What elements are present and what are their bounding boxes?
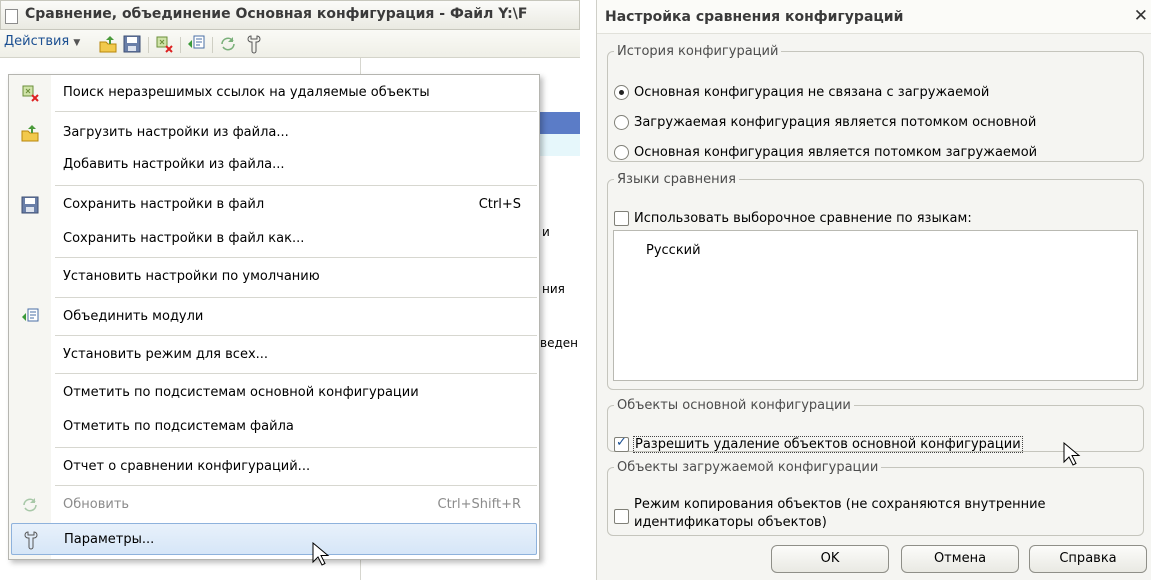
menu-item-set-mode-all[interactable]: Установить режим для всех...: [9, 339, 539, 371]
background-text: веден: [540, 336, 578, 350]
menu-item-label: Установить настройки по умолчанию: [63, 269, 320, 284]
radio-button[interactable]: [614, 85, 629, 100]
merge-modules-icon: [22, 308, 39, 322]
main-objects-legend: Объекты основной конфигурации: [617, 398, 851, 413]
checkbox-label: идентификаторы объектов): [634, 515, 827, 530]
load-settings-icon[interactable]: [98, 34, 118, 54]
radio-button[interactable]: [614, 115, 629, 130]
checkbox[interactable]: [614, 509, 629, 524]
menu-separator: [55, 447, 537, 448]
menu-item-refresh[interactable]: Обновить Ctrl+Shift+R: [9, 489, 539, 521]
menu-item-label: Объединить модули: [63, 309, 204, 324]
menu-item-shortcut: Ctrl+Shift+R: [437, 497, 522, 512]
help-button[interactable]: Справка: [1029, 545, 1147, 573]
checkbox[interactable]: [614, 211, 629, 226]
menu-separator: [55, 257, 537, 258]
option-label: Основная конфигурация является потомком …: [634, 145, 1038, 160]
mouse-cursor-icon: [312, 542, 330, 566]
menu-separator: [55, 485, 537, 486]
menu-item-find-unresolved[interactable]: Поиск неразрешимых ссылок на удаляемые о…: [9, 77, 539, 109]
mouse-cursor-icon: [1063, 442, 1081, 466]
toolbar-separator: [148, 37, 149, 53]
menu-item-save-settings-as[interactable]: Сохранить настройки в файл как...: [9, 223, 539, 255]
menu-item-load-settings[interactable]: Загрузить настройки из файла...: [9, 117, 539, 149]
menu-item-label: Установить режим для всех...: [63, 347, 269, 362]
menu-item-default-settings[interactable]: Установить настройки по умолчанию: [9, 261, 539, 293]
menu-item-label: Параметры...: [64, 532, 155, 547]
menu-item-shortcut: Ctrl+S: [478, 197, 521, 212]
history-group: История конфигураций Основная конфигурац…: [607, 44, 1144, 162]
menu-item-add-settings[interactable]: Добавить настройки из файла...: [9, 149, 539, 181]
menu-separator: [55, 185, 537, 186]
menu-item-label: Обновить: [63, 497, 130, 512]
languages-legend: Языки сравнения: [617, 172, 736, 187]
compare-merge-window: Сравнение, объединение Основная конфигур…: [0, 0, 580, 580]
actions-dropdown-menu: Поиск неразрешимых ссылок на удаляемые о…: [8, 74, 540, 560]
background-text: ния: [542, 282, 565, 296]
menu-item-parameters[interactable]: Параметры...: [11, 523, 537, 555]
save-icon: [21, 196, 39, 214]
window-title: Сравнение, объединение Основная конфигур…: [25, 6, 528, 22]
menu-item-save-settings[interactable]: Сохранить настройки в файл Ctrl+S: [9, 189, 539, 221]
checkbox[interactable]: [614, 435, 629, 452]
menu-item-label: Загрузить настройки из файла...: [63, 125, 289, 140]
load-settings-icon: [21, 125, 39, 142]
window-titlebar[interactable]: Сравнение, объединение Основная конфигур…: [0, 0, 580, 30]
document-icon: [5, 9, 18, 24]
compare-settings-dialog: Настройка сравнения конфигураций ✕ Истор…: [596, 0, 1151, 580]
history-legend: История конфигураций: [617, 44, 779, 59]
checkbox-label: Разрешить удаление объектов основной кон…: [633, 436, 1023, 453]
menu-item-mark-main-subsystems[interactable]: Отметить по подсистемам основной конфигу…: [9, 377, 539, 409]
close-icon[interactable]: ✕: [1134, 6, 1148, 26]
find-unresolved-icon[interactable]: [154, 34, 174, 54]
menu-item-label: Поиск неразрешимых ссылок на удаляемые о…: [63, 85, 430, 100]
background-text: и: [542, 225, 550, 239]
menu-item-label: Отметить по подсистемам файла: [63, 419, 294, 434]
language-item[interactable]: Русский: [646, 243, 701, 258]
actions-menu-button[interactable]: Действия ▼: [0, 34, 84, 54]
toolbar: Действия ▼: [0, 30, 580, 58]
menu-item-label: Сохранить настройки в файл как...: [63, 231, 305, 246]
menu-separator: [55, 297, 537, 298]
loaded-objects-legend: Объекты загружаемой конфигурации: [617, 460, 879, 475]
toolbar-separator: [180, 37, 181, 53]
menu-item-comparison-report[interactable]: Отчет о сравнении конфигураций...: [9, 451, 539, 483]
refresh-icon[interactable]: [218, 34, 238, 54]
toolbar-separator: [212, 37, 213, 53]
menu-item-label: Отметить по подсистемам основной конфигу…: [63, 385, 419, 400]
parameters-icon[interactable]: [244, 34, 264, 54]
chevron-down-icon: ▼: [73, 38, 81, 48]
menu-item-merge-modules[interactable]: Объединить модули: [9, 301, 539, 333]
menu-separator: [55, 111, 537, 112]
save-icon[interactable]: [122, 34, 142, 54]
loaded-objects-group: Объекты загружаемой конфигурации Режим к…: [607, 460, 1144, 536]
menu-item-label: Сохранить настройки в файл: [63, 197, 265, 212]
dialog-titlebar[interactable]: Настройка сравнения конфигураций ✕: [597, 0, 1151, 34]
menu-item-label: Добавить настройки из файла...: [63, 157, 285, 172]
actions-menu-label: Действия: [4, 34, 70, 49]
option-label: Основная конфигурация не связана с загру…: [634, 85, 990, 100]
parameters-icon: [24, 531, 38, 550]
row-fragment: [540, 134, 580, 156]
menu-separator: [55, 335, 537, 336]
ok-button[interactable]: OK: [771, 545, 889, 573]
language-list[interactable]: Русский: [613, 230, 1138, 381]
menu-separator: [55, 373, 537, 374]
menu-item-label: Отчет о сравнении конфигураций...: [63, 459, 311, 474]
menu-item-mark-file-subsystems[interactable]: Отметить по подсистемам файла: [9, 411, 539, 443]
radio-button[interactable]: [614, 145, 629, 160]
checkbox-label: Использовать выборочное сравнение по язы…: [634, 211, 972, 226]
option-label: Загружаемая конфигурация является потомк…: [634, 115, 1037, 130]
merge-modules-icon[interactable]: [186, 34, 206, 54]
checkbox-label: Режим копирования объектов (не сохраняют…: [634, 497, 1046, 512]
selected-row-fragment: [540, 112, 580, 134]
dialog-title: Настройка сравнения конфигураций: [605, 9, 904, 25]
cancel-button[interactable]: Отмена: [901, 545, 1019, 573]
find-unresolved-icon: [22, 85, 39, 102]
refresh-icon: [23, 498, 37, 512]
